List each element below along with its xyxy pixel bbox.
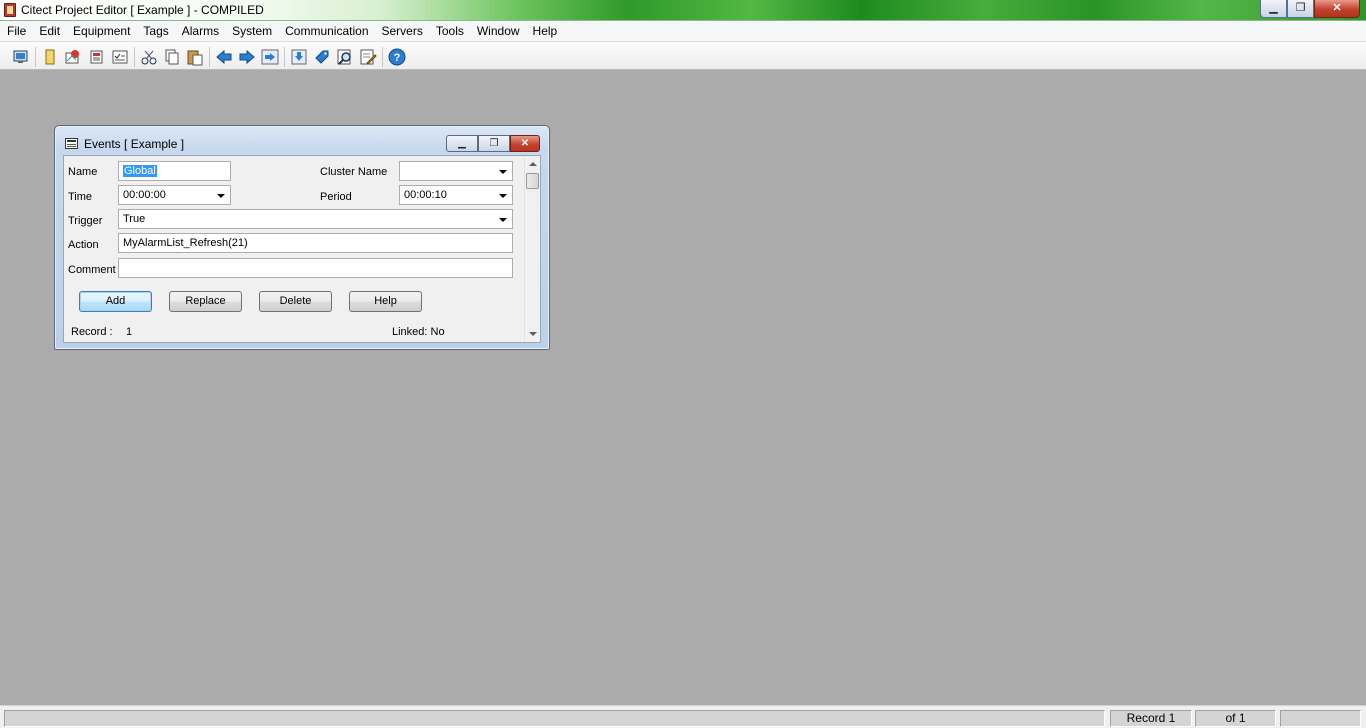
scroll-thumb[interactable] [526, 173, 539, 189]
linked-status: Linked: No [392, 326, 445, 338]
child-minimize-button[interactable]: ▁ [446, 135, 478, 152]
cluster-name-label: Cluster Name [320, 166, 388, 178]
title-bar[interactable]: Citect Project Editor [ Example ] - COMP… [0, 0, 1366, 21]
comment-label: Comment [68, 264, 116, 276]
forward-arrow-icon[interactable] [237, 47, 257, 67]
period-combo[interactable]: 00:00:10 [399, 185, 513, 205]
scroll-down-icon[interactable] [529, 332, 537, 336]
paste-icon[interactable] [185, 47, 205, 67]
action-field[interactable]: MyAlarmList_Refresh(21) [118, 233, 513, 253]
menu-tools[interactable]: Tools [431, 21, 469, 42]
status-of: of 1 [1195, 710, 1276, 727]
time-label: Time [68, 191, 93, 203]
form-scrollbar[interactable] [524, 156, 540, 342]
replace-button[interactable]: Replace [169, 291, 242, 312]
events-form: Name Global Cluster Name Time 00:00:00 P… [63, 155, 541, 343]
trigger-combo[interactable]: True [118, 209, 513, 229]
app-icon[interactable] [4, 3, 16, 17]
compile-icon[interactable] [110, 47, 130, 67]
menu-tags[interactable]: Tags [138, 21, 173, 42]
action-label: Action [68, 239, 99, 251]
explorer-icon[interactable] [11, 47, 31, 67]
graphics-builder-icon[interactable] [63, 47, 83, 67]
window-controls: ▁ ❐ ✕ [1260, 0, 1360, 18]
time-combo[interactable]: 00:00:00 [118, 185, 231, 205]
menu-alarms[interactable]: Alarms [177, 21, 224, 42]
period-label: Period [320, 191, 352, 203]
menu-system[interactable]: System [227, 21, 277, 42]
menu-window[interactable]: Window [472, 21, 525, 42]
comment-field[interactable] [118, 258, 513, 278]
status-extra [1280, 710, 1361, 727]
menu-help[interactable]: Help [528, 21, 563, 42]
open-project-icon[interactable] [40, 47, 60, 67]
status-record: Record 1 [1110, 710, 1192, 727]
events-window-controls: ▁ ❐ ✕ [446, 135, 540, 152]
menu-equipment[interactable]: Equipment [68, 21, 135, 42]
menu-servers[interactable]: Servers [377, 21, 428, 42]
find-icon[interactable] [335, 47, 355, 67]
name-label: Name [68, 166, 98, 178]
record-number: 1 [126, 326, 133, 338]
trigger-label: Trigger [68, 215, 103, 227]
scroll-up-icon[interactable] [529, 162, 537, 166]
cut-icon[interactable] [139, 47, 159, 67]
record-label: Record : [71, 326, 113, 338]
toolbar: ? [0, 42, 1366, 70]
back-arrow-icon[interactable] [214, 47, 234, 67]
help-button[interactable]: Help [349, 291, 422, 312]
goto-arrow-icon[interactable] [260, 47, 280, 67]
name-field[interactable]: Global [118, 161, 231, 181]
child-close-button[interactable]: ✕ [510, 135, 540, 152]
delete-button[interactable]: Delete [259, 291, 332, 312]
edit-icon[interactable] [358, 47, 378, 67]
name-value: Global [123, 165, 157, 177]
menu-file[interactable]: File [2, 21, 31, 42]
restore-button[interactable]: ❐ [1287, 0, 1314, 18]
minimize-button[interactable]: ▁ [1260, 0, 1287, 18]
events-window-title: Events [ Example ] [84, 137, 185, 151]
close-button[interactable]: ✕ [1314, 0, 1360, 18]
download-icon[interactable] [289, 47, 309, 67]
status-bar: Record 1 of 1 [0, 705, 1366, 728]
events-window[interactable]: Events [ Example ] ▁ ❐ ✕ Name Global Clu… [54, 125, 550, 350]
tag-icon[interactable] [312, 47, 332, 67]
status-main [4, 710, 1105, 727]
help-icon[interactable]: ? [387, 47, 407, 67]
child-restore-button[interactable]: ❐ [478, 135, 510, 152]
cluster-name-combo[interactable] [399, 161, 513, 181]
menu-communication[interactable]: Communication [280, 21, 373, 42]
add-button[interactable]: Add [79, 291, 152, 312]
copy-icon[interactable] [162, 47, 182, 67]
window-title: Citect Project Editor [ Example ] - COMP… [21, 3, 264, 17]
menu-bar: File Edit Equipment Tags Alarms System C… [0, 21, 1366, 42]
menu-edit[interactable]: Edit [34, 21, 65, 42]
pack-icon[interactable] [87, 47, 107, 67]
svg-text:?: ? [394, 52, 401, 64]
form-icon [65, 138, 78, 149]
